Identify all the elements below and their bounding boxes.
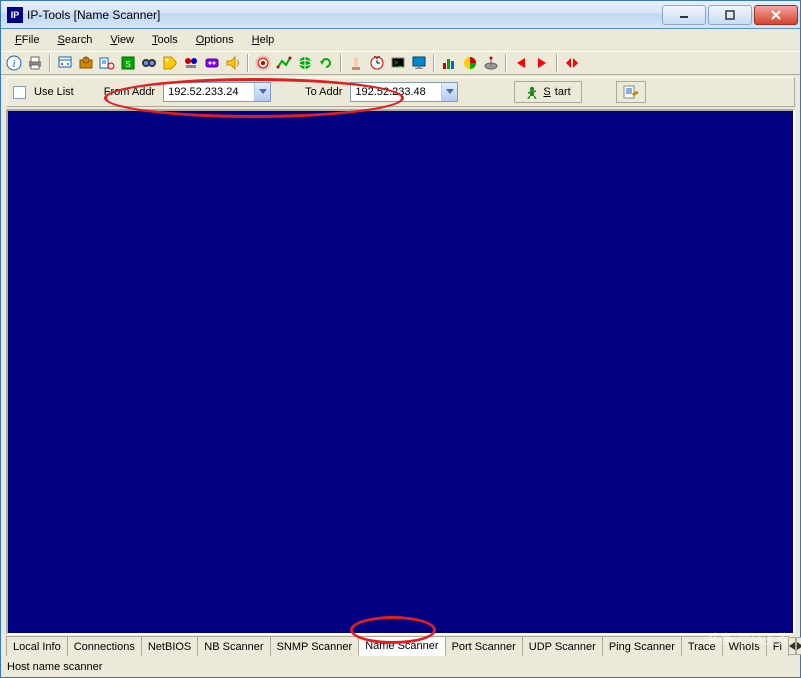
svg-text:S: S [125, 60, 130, 69]
nbscanner-icon[interactable] [98, 54, 116, 72]
tab-netbios[interactable]: NetBIOS [141, 636, 198, 656]
toolbar: i S >_ [1, 51, 800, 75]
globe-icon[interactable] [296, 54, 314, 72]
tab-nb-scanner[interactable]: NB Scanner [197, 636, 270, 656]
arrow-right-icon[interactable] [533, 54, 551, 72]
tag-icon[interactable] [161, 54, 179, 72]
info-icon[interactable]: i [5, 54, 23, 72]
window-title: IP-Tools [Name Scanner] [27, 8, 662, 22]
print-icon[interactable] [26, 54, 44, 72]
tab-strip: Local InfoConnectionsNetBIOSNB ScannerSN… [6, 635, 795, 657]
trace-icon[interactable] [275, 54, 293, 72]
from-addr-dropdown[interactable] [254, 83, 270, 101]
monitor-icon[interactable] [410, 54, 428, 72]
tab-ping-scanner[interactable]: Ping Scanner [602, 636, 682, 656]
tab-snmp-scanner[interactable]: SNMP Scanner [270, 636, 360, 656]
toolbar-separator [340, 54, 342, 72]
menu-help[interactable]: Help [244, 32, 283, 48]
titlebar[interactable]: IP IP-Tools [Name Scanner] [1, 1, 800, 29]
from-addr-input[interactable] [164, 83, 254, 101]
udp-icon[interactable] [203, 54, 221, 72]
options-button[interactable] [616, 81, 646, 103]
use-list-label: Use List [34, 86, 74, 98]
toolbar-separator [505, 54, 507, 72]
tab-scroll-right[interactable] [796, 637, 801, 655]
tab-scroll-left[interactable] [788, 637, 796, 655]
app-window: IP IP-Tools [Name Scanner] FFileFile Sea… [0, 0, 801, 678]
binoculars-icon[interactable] [140, 54, 158, 72]
document-tools-icon [623, 85, 639, 99]
port-icon[interactable] [182, 54, 200, 72]
params-bar: Use List From Addr To Addr SStarttart [6, 77, 795, 107]
to-addr-label: To Addr [305, 86, 342, 98]
watermark: 头条 @马王爷 [708, 629, 789, 648]
netbios-icon[interactable] [77, 54, 95, 72]
refresh-icon[interactable] [317, 54, 335, 72]
run-icon [525, 85, 539, 99]
chart-icon[interactable] [440, 54, 458, 72]
snmp-icon[interactable]: S [119, 54, 137, 72]
menu-tools[interactable]: Tools [144, 32, 186, 48]
tab-name-scanner[interactable]: Name Scanner [358, 636, 445, 656]
menu-search[interactable]: Search [49, 32, 100, 48]
svg-text:>_: >_ [394, 60, 402, 67]
arrows-collapse-icon[interactable] [563, 54, 581, 72]
finger-icon[interactable] [347, 54, 365, 72]
to-addr-input[interactable] [351, 83, 441, 101]
app-icon: IP [7, 7, 23, 23]
results-area[interactable] [6, 109, 795, 635]
maximize-button[interactable] [708, 5, 752, 25]
from-addr-combo[interactable] [163, 82, 271, 102]
toolbar-separator [247, 54, 249, 72]
toolbar-separator [49, 54, 51, 72]
clock-icon[interactable] [368, 54, 386, 72]
pie-icon[interactable] [461, 54, 479, 72]
from-addr-label: From Addr [104, 86, 155, 98]
svg-text:i: i [12, 58, 15, 70]
menu-file[interactable]: FFileFile [7, 32, 47, 48]
telnet-icon[interactable]: >_ [389, 54, 407, 72]
use-list-checkbox[interactable] [13, 86, 26, 99]
tab-port-scanner[interactable]: Port Scanner [445, 636, 523, 656]
menu-options[interactable]: Options [188, 32, 242, 48]
satellite-icon[interactable] [482, 54, 500, 72]
statusbar: Host name scanner [1, 657, 800, 677]
menubar: FFileFile Search View Tools Options Help [1, 29, 800, 51]
to-addr-dropdown[interactable] [441, 83, 457, 101]
to-addr-combo[interactable] [350, 82, 458, 102]
status-text: Host name scanner [7, 661, 102, 673]
tab-local-info[interactable]: Local Info [6, 636, 68, 656]
toolbar-separator [556, 54, 558, 72]
arrow-left-icon[interactable] [512, 54, 530, 72]
close-button[interactable] [754, 5, 798, 25]
toolbar-separator [433, 54, 435, 72]
tab-udp-scanner[interactable]: UDP Scanner [522, 636, 603, 656]
ping-icon[interactable] [254, 54, 272, 72]
menu-view[interactable]: View [102, 32, 142, 48]
minimize-button[interactable] [662, 5, 706, 25]
sound-icon[interactable] [224, 54, 242, 72]
start-button[interactable]: SStarttart [514, 81, 581, 103]
tab-connections[interactable]: Connections [67, 636, 142, 656]
connections-icon[interactable] [56, 54, 74, 72]
